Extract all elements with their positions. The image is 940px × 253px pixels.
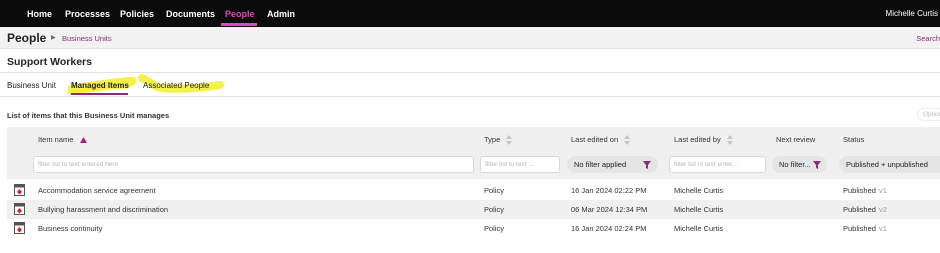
nav-people[interactable]: People [225,9,255,19]
nav-active-indicator [221,23,257,26]
table-row[interactable]: Bullying harassment and discrimination P… [7,200,940,219]
tab-business-unit[interactable]: Business Unit [7,81,56,90]
item-name-link[interactable]: Accommodation service agreement [38,186,156,195]
status-filter[interactable]: Published + unpublished [839,156,940,173]
column-last-edited-on[interactable]: Last edited on [571,135,631,146]
item-name-link[interactable]: Bullying harassment and discrimination [38,205,168,214]
item-type: Policy [484,224,505,233]
sort-icon [726,135,733,146]
filter-value: No filter... [779,160,811,169]
column-label: Last edited by [674,135,721,144]
column-type[interactable]: Type [484,135,513,146]
status-cell: Published v1 [843,186,887,195]
table-row[interactable]: Business continuity Policy 16 Jan 2024 0… [7,219,940,238]
column-status[interactable]: Status [843,135,864,144]
column-next-review[interactable]: Next review [776,135,815,144]
user-menu[interactable]: Michelle Curtis [886,9,938,18]
last-edited-on: 16 Jan 2024 02:24 PM [571,224,647,233]
tab-associated-people[interactable]: Associated People [143,81,209,90]
status-text: Published [843,205,876,214]
nav-processes[interactable]: Processes [65,9,110,19]
last-edited-by: Michelle Curtis [674,205,724,214]
filter-funnel-icon [813,161,821,169]
nav-admin[interactable]: Admin [267,9,295,19]
list-caption: List of items that this Business Unit ma… [7,111,170,120]
version-label: v1 [878,224,887,233]
breadcrumb-business-units[interactable]: Business Units [62,34,112,43]
filter-value: Published + unpublished [846,160,928,169]
top-nav-bar: Home Processes Policies Documents People… [0,0,940,27]
column-label: Last edited on [571,135,619,144]
page-title: People [7,31,47,45]
item-name-link[interactable]: Business continuity [38,224,102,233]
item-type: Policy [484,186,505,195]
tab-active-indicator [71,93,128,95]
table-row[interactable]: Accommodation service agreement Policy 1… [7,181,940,200]
last-edited-by-filter-input[interactable] [669,156,766,173]
page-header: People ▶ Business Units Search [0,27,940,49]
column-item-name[interactable]: Item name [38,135,87,144]
nav-policies[interactable]: Policies [120,9,154,19]
sort-icon [506,135,513,146]
filter-value: No filter applied [574,160,627,169]
column-label: Type [484,135,501,144]
nav-home[interactable]: Home [27,9,52,19]
policy-document-icon [14,222,25,234]
version-label: v2 [878,205,887,214]
last-edited-by: Michelle Curtis [674,186,724,195]
options-button[interactable]: Options [917,108,940,121]
policy-document-icon [14,184,25,196]
next-review-filter[interactable]: No filter... [772,156,827,173]
column-last-edited-by[interactable]: Last edited by [674,135,733,146]
section-title: Support Workers [7,56,92,68]
status-text: Published [843,224,876,233]
item-name-filter-input[interactable] [33,156,474,173]
version-label: v1 [878,186,887,195]
search-link[interactable]: Search [916,34,940,43]
type-filter-input[interactable] [480,156,560,173]
nav-documents[interactable]: Documents [166,9,215,19]
sort-ascending-icon [79,137,87,144]
status-text: Published [843,186,876,195]
status-cell: Published v1 [843,224,887,233]
item-type: Policy [484,205,505,214]
last-edited-on: 06 Mar 2024 12:34 PM [571,205,648,214]
last-edited-on: 16 Jan 2024 02:22 PM [571,186,647,195]
tab-managed-items[interactable]: Managed Items [71,81,129,90]
last-edited-by: Michelle Curtis [674,224,724,233]
column-label: Item name [38,135,74,144]
status-cell: Published v2 [843,205,887,214]
divider [0,72,940,73]
sort-icon [624,135,631,146]
divider [0,96,940,97]
breadcrumb-arrow-icon: ▶ [51,35,56,41]
last-edited-on-filter[interactable]: No filter applied [567,156,658,173]
filter-funnel-icon [643,161,651,169]
policy-document-icon [14,203,25,215]
